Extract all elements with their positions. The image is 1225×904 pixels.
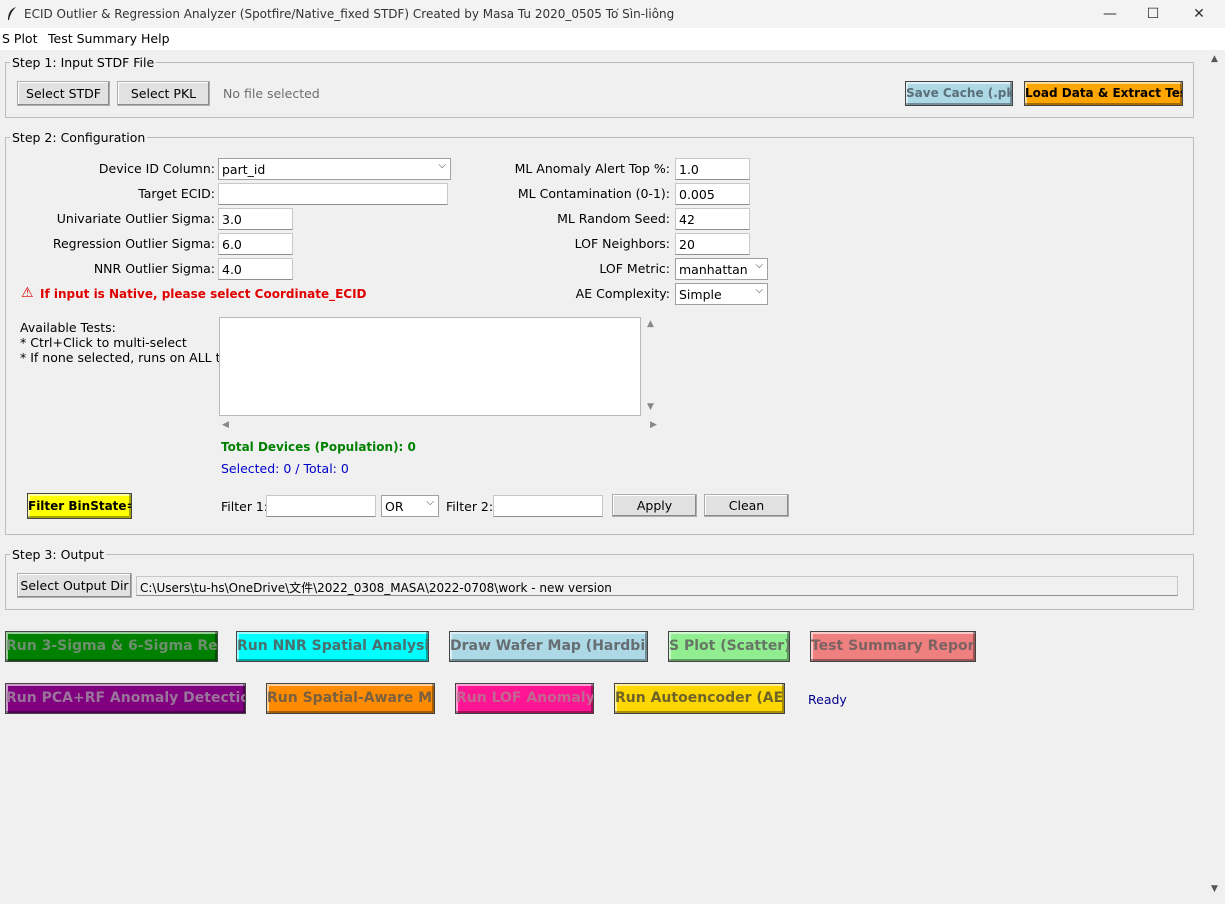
select-output-dir-button[interactable]: Select Output Dir xyxy=(17,573,132,598)
window-title: ECID Outlier & Regression Analyzer (Spot… xyxy=(24,7,675,21)
tests-listbox[interactable] xyxy=(219,317,641,416)
nnr-sigma-label: NNR Outlier Sigma: xyxy=(93,261,215,276)
run-sigma-button[interactable]: Run 3-Sigma & 6-Sigma Reg xyxy=(5,631,218,662)
ml-contamination-label: ML Contamination (0-1): xyxy=(517,186,670,201)
file-status: No file selected xyxy=(223,86,320,101)
s-plot-button[interactable]: S Plot (Scatter) xyxy=(668,631,790,662)
step3-title: Step 3: Output xyxy=(10,547,106,562)
menu-s-plot[interactable]: S Plot xyxy=(2,31,37,46)
regression-sigma-label: Regression Outlier Sigma: xyxy=(52,236,215,251)
run-nnr-button[interactable]: Run NNR Spatial Analysis xyxy=(236,631,429,662)
select-stdf-button[interactable]: Select STDF xyxy=(17,81,110,106)
ml-top-input[interactable]: 1.0 xyxy=(675,158,750,180)
status-text: Ready xyxy=(808,692,847,707)
maximize-icon[interactable]: ☐ xyxy=(1130,0,1176,28)
run-autoencoder-button[interactable]: Run Autoencoder (AE) xyxy=(614,683,785,714)
lof-metric-label: LOF Metric: xyxy=(599,261,670,276)
ml-seed-input[interactable]: 42 xyxy=(675,208,750,230)
clean-button[interactable]: Clean xyxy=(704,494,789,517)
device-id-value: part_id xyxy=(222,162,266,177)
all-tests-hint: * If none selected, runs on ALL tests xyxy=(20,350,247,365)
ae-complexity-combo[interactable]: Simple ⌵ xyxy=(675,283,768,305)
lof-metric-value: manhattan xyxy=(679,262,748,277)
filter2-input[interactable] xyxy=(493,495,603,517)
step1-title: Step 1: Input STDF File xyxy=(10,55,157,70)
scroll-left-icon[interactable]: ◀ xyxy=(222,420,229,430)
chevron-down-icon: ⌵ xyxy=(755,260,763,271)
ae-complexity-label: AE Complexity: xyxy=(575,286,670,301)
univariate-sigma-input[interactable]: 3.0 xyxy=(218,208,293,230)
step2-title: Step 2: Configuration xyxy=(10,130,148,145)
scroll-right-icon[interactable]: ▶ xyxy=(650,420,657,430)
save-cache-button[interactable]: Save Cache (.pkl) xyxy=(905,81,1013,106)
univariate-sigma-label: Univariate Outlier Sigma: xyxy=(56,211,215,226)
scroll-up-icon[interactable]: ▲ xyxy=(1211,54,1218,64)
chevron-down-icon: ⌵ xyxy=(426,497,434,508)
lof-metric-combo[interactable]: manhattan ⌵ xyxy=(675,258,768,280)
chevron-down-icon: ⌵ xyxy=(755,285,763,296)
minimize-icon[interactable]: — xyxy=(1087,0,1133,28)
filter1-input[interactable] xyxy=(266,495,376,517)
ml-top-label: ML Anomaly Alert Top %: xyxy=(514,161,670,176)
native-warning: If input is Native, please select Coordi… xyxy=(40,287,367,301)
scroll-down-icon[interactable]: ▼ xyxy=(647,402,654,412)
vertical-scrollbar[interactable]: ▲ ▼ xyxy=(1207,50,1225,902)
lof-neighbors-input[interactable]: 20 xyxy=(675,233,750,255)
run-lof-button[interactable]: Run LOF Anomaly xyxy=(455,683,594,714)
menu-bar: S Plot Test Summary Help xyxy=(0,28,1225,50)
selected-total: Selected: 0 / Total: 0 xyxy=(221,461,349,476)
menu-help[interactable]: Help xyxy=(141,31,170,46)
warning-icon: ⚠ xyxy=(21,285,34,301)
filter1-label: Filter 1: xyxy=(221,499,269,514)
select-pkl-button[interactable]: Select PKL xyxy=(117,81,210,106)
lof-neighbors-label: LOF Neighbors: xyxy=(574,236,670,251)
nnr-sigma-input[interactable]: 4.0 xyxy=(218,258,293,280)
output-path-field[interactable]: C:\Users\tu-hs\OneDrive\文件\2022_0308_MAS… xyxy=(136,576,1178,596)
feather-icon xyxy=(6,6,18,25)
run-pca-rf-button[interactable]: Run PCA+RF Anomaly Detection xyxy=(5,683,246,714)
apply-button[interactable]: Apply xyxy=(612,494,697,517)
menu-test-summary[interactable]: Test Summary xyxy=(48,31,137,46)
load-data-button[interactable]: Load Data & Extract Tests xyxy=(1024,81,1183,106)
regression-sigma-input[interactable]: 6.0 xyxy=(218,233,293,255)
device-id-label: Device ID Column: xyxy=(98,161,215,176)
available-tests-label: Available Tests: xyxy=(20,320,116,335)
title-bar[interactable]: ECID Outlier & Regression Analyzer (Spot… xyxy=(0,0,1225,28)
filter-logic-combo[interactable]: OR ⌵ xyxy=(381,495,439,517)
draw-wafer-map-button[interactable]: Draw Wafer Map (Hardbin) xyxy=(449,631,648,662)
target-ecid-label: Target ECID: xyxy=(138,186,215,201)
filter-binstate-button[interactable]: Filter BinState=P xyxy=(27,493,132,519)
chevron-down-icon: ⌵ xyxy=(438,160,446,171)
total-devices: Total Devices (Population): 0 xyxy=(221,440,416,454)
ml-contamination-input[interactable]: 0.005 xyxy=(675,183,750,205)
scroll-down-icon[interactable]: ▼ xyxy=(1211,884,1218,894)
scroll-up-icon[interactable]: ▲ xyxy=(647,319,654,329)
ae-complexity-value: Simple xyxy=(679,287,722,302)
close-icon[interactable]: ✕ xyxy=(1176,0,1222,28)
device-id-combo[interactable]: part_id ⌵ xyxy=(218,158,451,180)
target-ecid-input[interactable] xyxy=(218,183,448,205)
run-spatial-ml-button[interactable]: Run Spatial-Aware ML xyxy=(266,683,435,714)
filter2-label: Filter 2: xyxy=(446,499,494,514)
multi-select-hint: * Ctrl+Click to multi-select xyxy=(20,335,187,350)
ml-seed-label: ML Random Seed: xyxy=(557,211,670,226)
test-summary-button[interactable]: Test Summary Report xyxy=(810,631,976,662)
filter-logic-value: OR xyxy=(385,499,404,514)
